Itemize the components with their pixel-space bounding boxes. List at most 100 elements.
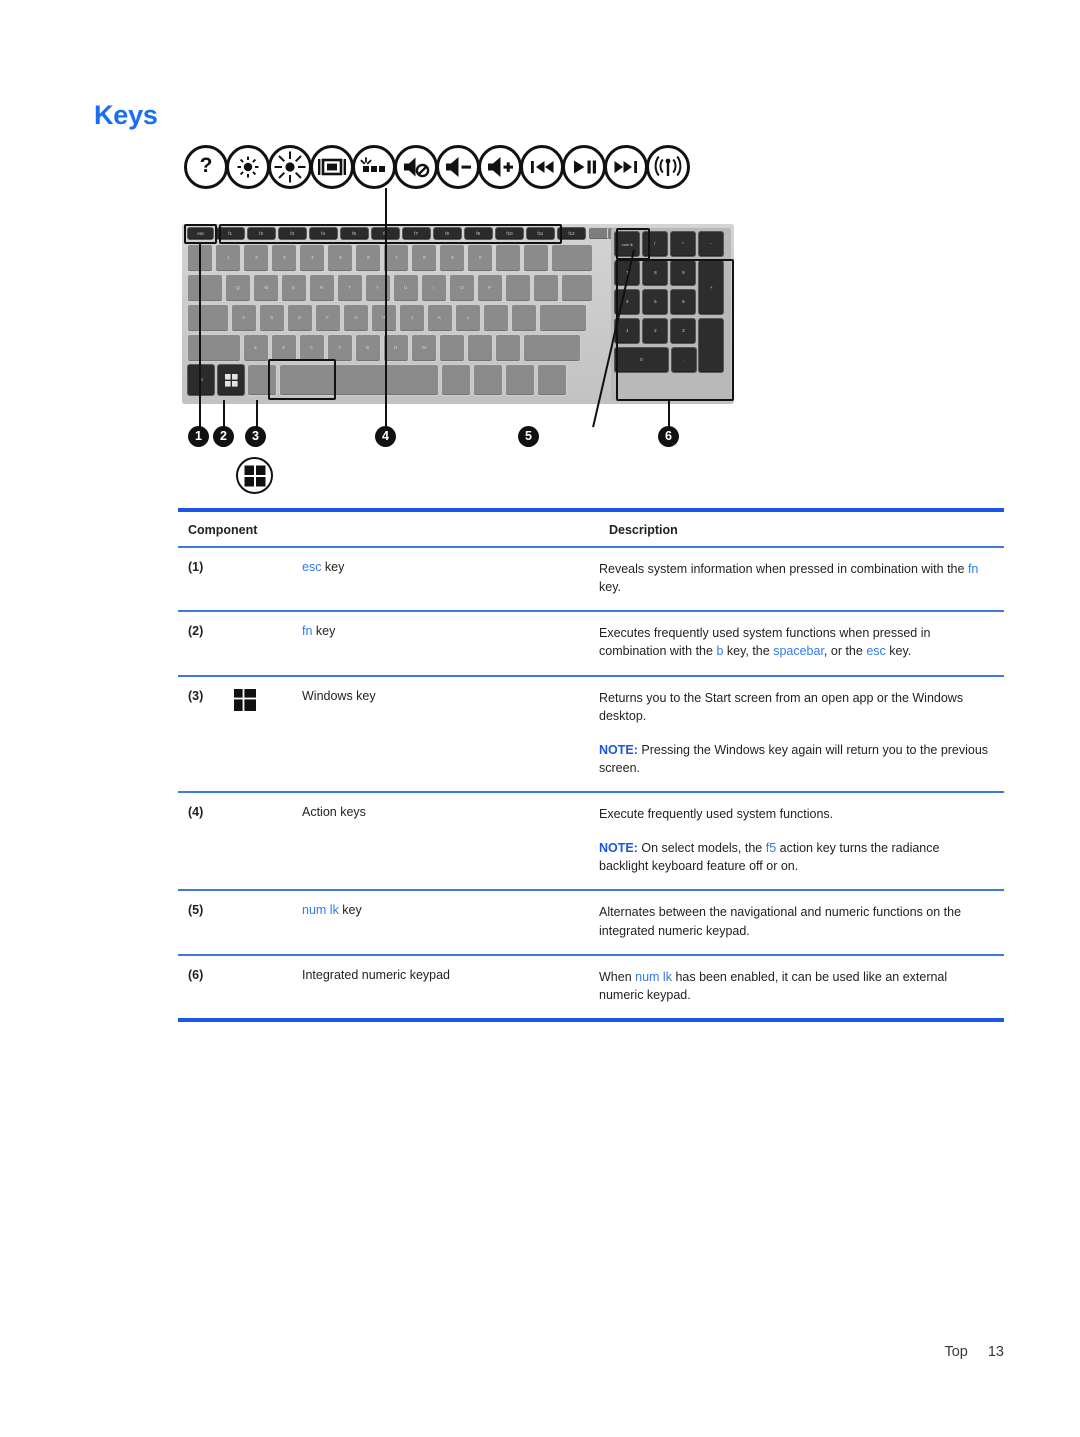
keyboard-figure: ? esc f1 f2 f3 f4 f5 f6 f7 f8 f9 f10 f11… [178, 140, 738, 500]
components-table: Component Description (1) esc key Reveals … [178, 508, 1004, 1022]
table-row: (5) num lk key Alternates between the navi… [178, 890, 1004, 956]
component-name: num lk key [302, 890, 599, 956]
text: When [599, 969, 636, 984]
keyboard-image: esc f1 f2 f3 f4 f5 f6 f7 f8 f9 f10 f11 f… [182, 224, 734, 404]
volume-down-icon [436, 145, 480, 189]
component-name: esc key [302, 547, 599, 613]
text: key [338, 903, 362, 918]
keyword-text: f5 [765, 841, 777, 856]
component-description: Executes frequently used system function… [599, 611, 1004, 677]
callout-3: 3 [245, 426, 266, 447]
component-description: When num lk has been enabled, it can be … [599, 955, 1004, 1018]
previous-track-icon [520, 145, 564, 189]
callout-2: 2 [213, 426, 234, 447]
keyword-text: num lk [302, 903, 339, 918]
page-title: Keys [94, 100, 158, 130]
component-description: Execute frequently used system functions… [599, 792, 1004, 892]
table-row: (6) Integrated numeric keypad When num lk … [178, 955, 1004, 1018]
component-name: Action keys [302, 792, 599, 892]
leader-line-3 [256, 400, 258, 428]
column-header-component: Component [178, 512, 599, 548]
text: key. [885, 644, 912, 659]
component-name: fn key [302, 611, 599, 677]
row-number: (6) [188, 967, 204, 982]
row-icon-empty [234, 547, 302, 613]
integrated-numeric-keypad-image: num lk / * - 7 8 9 + 4 5 6 1 2 3 0 . [611, 228, 731, 400]
text: Returns you to the Start screen from an … [599, 690, 964, 723]
page-number: 13 [987, 1344, 1004, 1360]
text: key [321, 560, 345, 574]
callout-6: 6 [658, 426, 679, 447]
keyword-text: fn [967, 562, 979, 576]
table-row: (1) esc key Reveals system information whe… [178, 547, 1004, 613]
component-description: Alternates between the navigational and … [599, 890, 1004, 956]
windows-logo-badge-icon [236, 457, 273, 494]
column-header-description: Description [599, 512, 1004, 548]
next-track-icon [604, 145, 648, 189]
keyword-text: num lk [635, 969, 672, 984]
component-name: Windows key [302, 675, 599, 793]
svg-text:?: ? [200, 154, 213, 177]
text: key. [599, 580, 621, 595]
keyword-text: spacebar [773, 644, 824, 659]
page-footer: Top 13 [944, 1344, 1004, 1360]
row-number: (1) [178, 547, 234, 613]
text: Pressing the Windows key again will retu… [599, 742, 989, 775]
description-paragraph: Execute frequently used system functions… [599, 805, 992, 823]
text: Execute frequently used system functions… [599, 807, 834, 821]
row-number: (4) [178, 792, 234, 892]
row-number: (5) [178, 890, 234, 956]
row-number: (2) [178, 611, 234, 677]
keyword-text: esc [866, 644, 886, 659]
note-label: NOTE: [599, 841, 638, 856]
brightness-up-icon [268, 145, 312, 189]
description-paragraph: Executes frequently used system function… [599, 624, 992, 660]
description-paragraph: Returns you to the Start screen from an … [599, 689, 992, 725]
keyboard-backlight-icon [352, 145, 396, 189]
play-pause-icon [562, 145, 606, 189]
switch-screen-image-icon [310, 145, 354, 189]
help-question-icon: ? [184, 145, 228, 189]
text: On select models, the [637, 841, 766, 856]
leader-line-2 [223, 400, 225, 428]
text: Integrated numeric keypad [302, 967, 451, 982]
footer-label: Top [944, 1344, 968, 1360]
description-paragraph: Reveals system information when pressed … [599, 560, 992, 596]
row-icon-empty [234, 792, 302, 892]
windows-logo-icon [234, 675, 302, 793]
description-paragraph: NOTE: Pressing the Windows key again wil… [599, 741, 992, 777]
leader-line-6 [668, 401, 670, 428]
mute-icon [394, 145, 438, 189]
text: Windows key [302, 688, 376, 703]
keyword-text: fn [302, 624, 313, 639]
text: key, the [723, 644, 774, 659]
note-label: NOTE: [599, 742, 638, 757]
brightness-down-icon [226, 145, 270, 189]
action-key-icon-strip: ? [184, 145, 690, 189]
volume-up-icon [478, 145, 522, 189]
wireless-icon [646, 145, 690, 189]
keyword-text: esc [302, 560, 322, 574]
description-paragraph: Alternates between the navigational and … [599, 903, 992, 939]
document-page: Keys ? esc f1 f2 f3 f4 f5 f6 f7 f8 f9 f1… [0, 0, 1080, 1437]
text: , or the [823, 644, 867, 659]
table-row: (3) Windows key Returns you to the Start s… [178, 675, 1004, 793]
table-row: (4) Action keys Execute frequently used sy… [178, 792, 1004, 892]
row-number: (3) [178, 675, 234, 793]
row-icon-empty [234, 890, 302, 956]
row-icon-empty [234, 955, 302, 1018]
callout-1: 1 [188, 426, 209, 447]
callout-4: 4 [375, 426, 396, 447]
text: key [312, 624, 336, 639]
component-description: Reveals system information when pressed … [599, 547, 1004, 613]
table-body: (1) esc key Reveals system information whe… [178, 547, 1004, 1018]
table-row: (2) fn key Executes frequently used system… [178, 611, 1004, 677]
row-icon-empty [234, 611, 302, 677]
callout-5: 5 [518, 426, 539, 447]
component-name: Integrated numeric keypad [302, 955, 599, 1018]
component-description: Returns you to the Start screen from an … [599, 675, 1004, 793]
text: Action keys [302, 805, 366, 819]
text: Reveals system information when pressed … [599, 562, 968, 576]
description-paragraph: When num lk has been enabled, it can be … [599, 968, 992, 1004]
description-paragraph: NOTE: On select models, the f5 action ke… [599, 839, 992, 875]
